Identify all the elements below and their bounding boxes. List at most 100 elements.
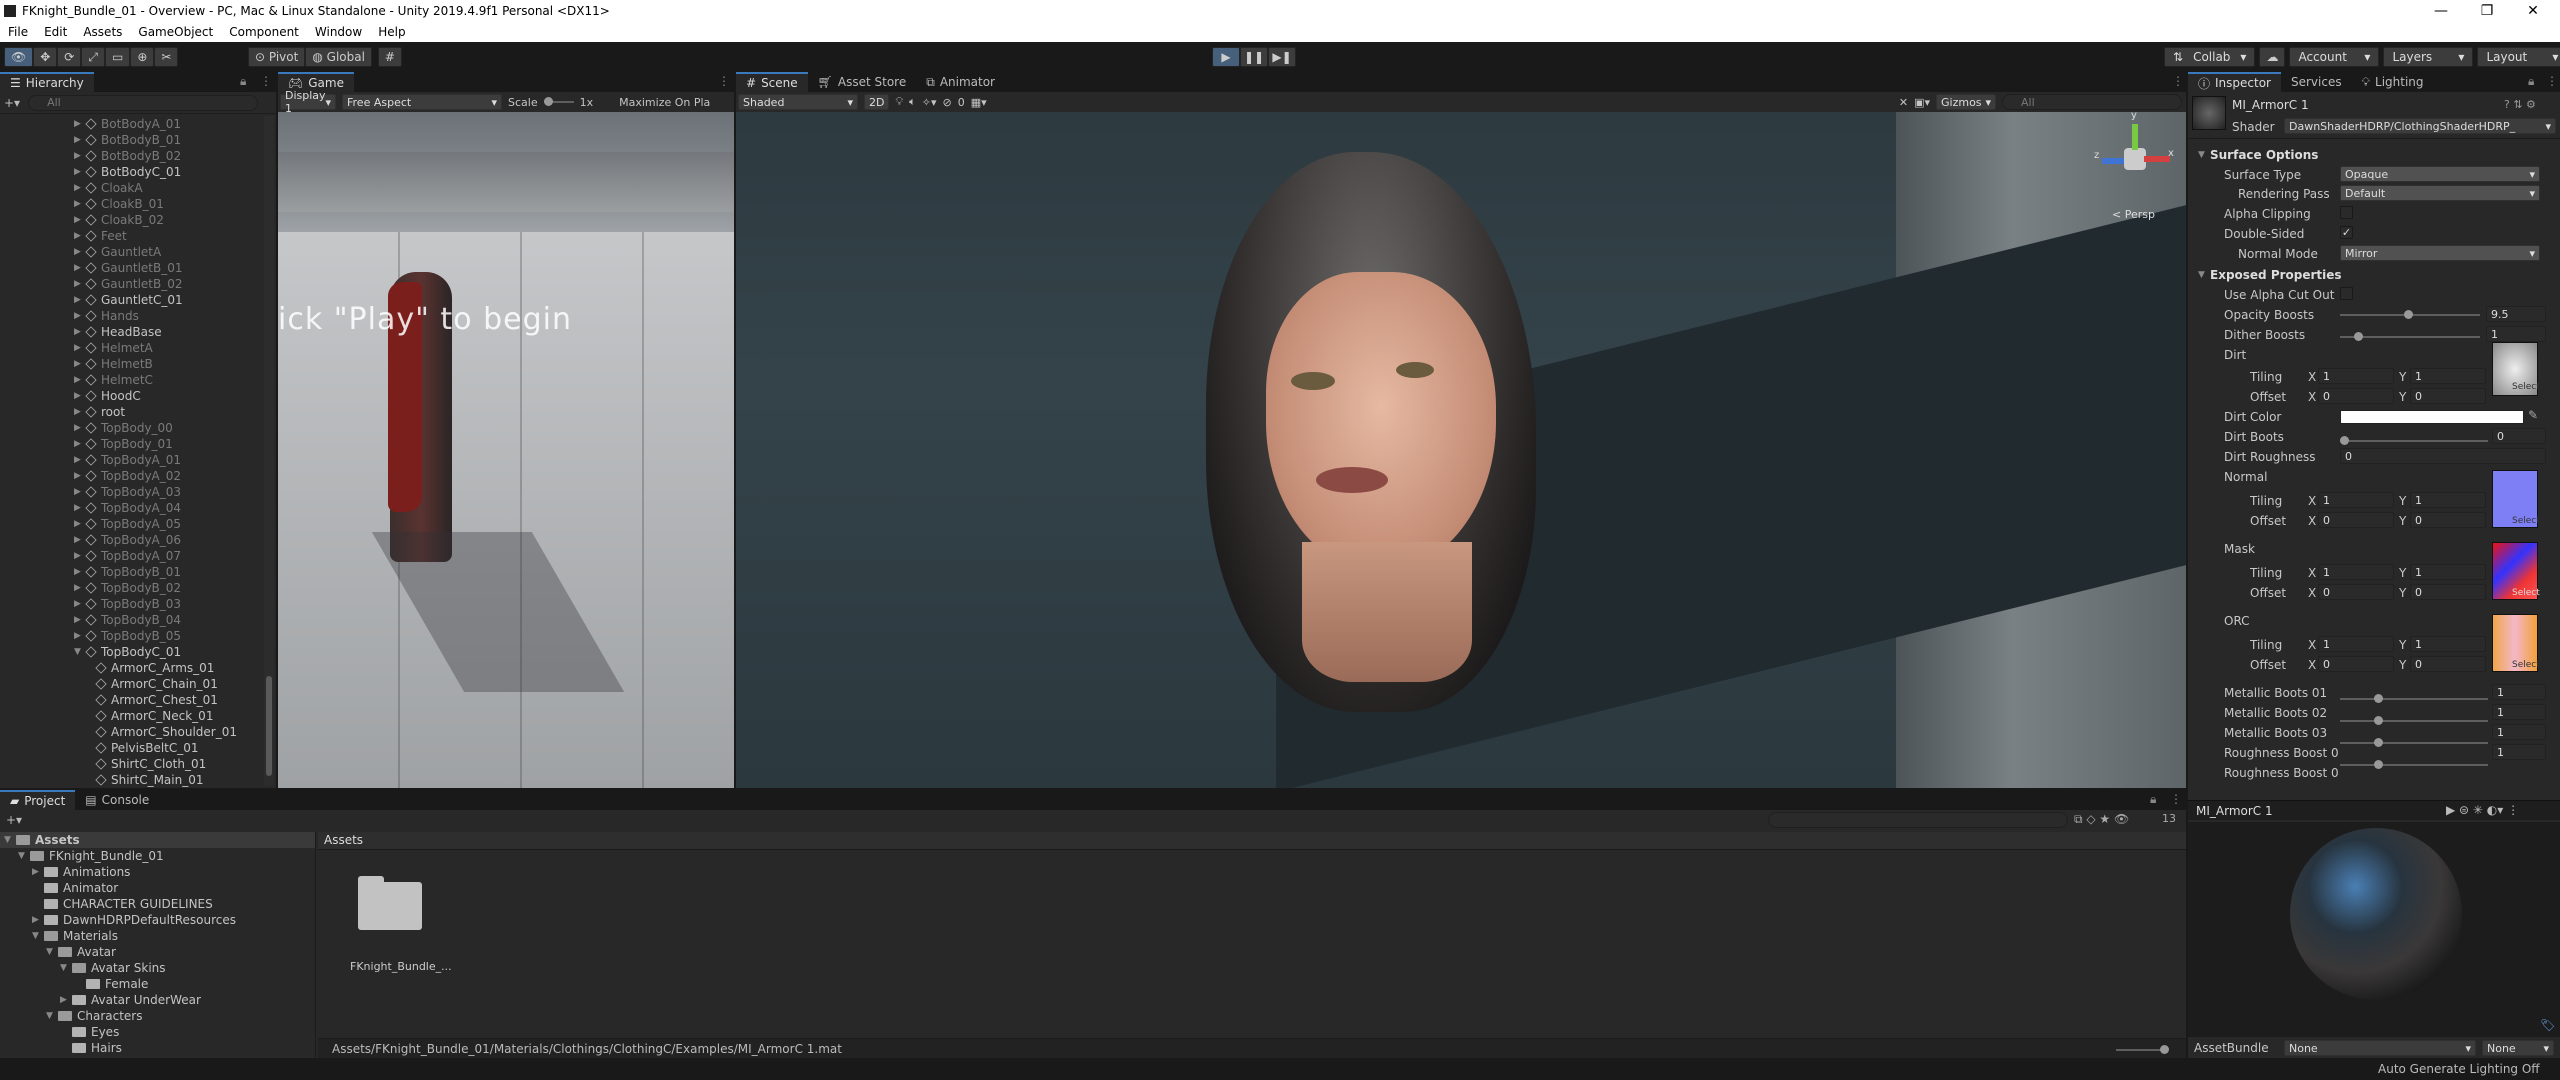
project-tree-item[interactable]: ▼ Characters (0, 1008, 315, 1024)
chevron-right-icon[interactable]: ▶ (74, 180, 86, 196)
chevron-down-icon[interactable]: ▼ (74, 644, 86, 660)
normal-tiling-x-field[interactable]: 1 (2318, 492, 2394, 508)
lock-icon[interactable]: 🔒︎ (240, 74, 246, 89)
layout-dropdown[interactable]: Layout ▾ (2477, 47, 2560, 67)
menu-assets[interactable]: Assets (75, 25, 130, 39)
menu-edit[interactable]: Edit (36, 25, 75, 39)
eyedropper-icon[interactable]: ✎ (2528, 408, 2538, 422)
hierarchy-scrollbar[interactable] (264, 116, 274, 786)
dither-boosts-slider[interactable] (2340, 332, 2480, 341)
breadcrumb-assets[interactable]: Assets (324, 833, 363, 847)
hierarchy-item[interactable]: ▶ HeadBase (0, 324, 276, 340)
project-tree-item[interactable]: ▼ Avatar (0, 944, 315, 960)
hierarchy-item[interactable]: ▶ Feet (0, 228, 276, 244)
surface-type-dropdown[interactable]: Opaque ▾ (2340, 166, 2540, 182)
close-button[interactable]: ✕ (2510, 0, 2556, 22)
hierarchy-item[interactable]: ▶ TopBodyB_05 (0, 628, 276, 644)
hierarchy-item[interactable]: ▶ BotBodyB_01 (0, 132, 276, 148)
hierarchy-item[interactable]: ▶ HelmetC (0, 372, 276, 388)
hierarchy-item[interactable]: ArmorC_Chain_01 (0, 676, 276, 692)
chevron-right-icon[interactable]: ▶ (74, 148, 86, 164)
metallic-boots-03-slider[interactable] (2340, 738, 2488, 747)
tab-console[interactable]: ▤ Console (75, 790, 159, 810)
chevron-right-icon[interactable]: ▶ (74, 212, 86, 228)
exposed-properties-header[interactable]: ▼ Exposed Properties (2198, 268, 2342, 282)
lock-icon[interactable]: 🔒︎ (2150, 792, 2156, 807)
perspective-label[interactable]: < Persp (2112, 208, 2155, 221)
chevron-right-icon[interactable]: ▶ (74, 596, 86, 612)
hierarchy-item[interactable]: ▶ CloakA (0, 180, 276, 196)
chevron-right-icon[interactable]: ▶ (74, 468, 86, 484)
chevron-right-icon[interactable]: ▶ (74, 548, 86, 564)
gizmos-dropdown[interactable]: Gizmos ▾ (1936, 94, 1996, 110)
grid-toggle-icon[interactable]: ▦▾ (971, 96, 987, 109)
chevron-down-icon[interactable]: ▼ (46, 1008, 58, 1024)
hierarchy-item[interactable]: ▶ CloakB_02 (0, 212, 276, 228)
menu-component[interactable]: Component (221, 25, 307, 39)
collab-dropdown[interactable]: ⇅ Collab ▾ (2164, 47, 2256, 67)
more-options-icon[interactable]: ⋮ (260, 74, 272, 88)
chevron-right-icon[interactable]: ▶ (74, 372, 86, 388)
chevron-right-icon[interactable]: ▶ (74, 228, 86, 244)
more-options-icon[interactable]: ⋮ (2170, 792, 2182, 806)
hierarchy-item[interactable]: ShirtC_Cloth_01 (0, 756, 276, 772)
project-tree-item[interactable]: ▶ Animations (0, 864, 315, 880)
hierarchy-item[interactable]: ▶ TopBodyA_06 (0, 532, 276, 548)
chevron-right-icon[interactable]: ▶ (74, 388, 86, 404)
hierarchy-item[interactable]: ▶ TopBodyA_02 (0, 468, 276, 484)
slider-knob[interactable] (2340, 436, 2349, 445)
preview-controls-icons[interactable]: ▶ ⊜ ✳ ◐▾ ⋮ (2446, 803, 2519, 817)
tab-services[interactable]: Services (2281, 72, 2352, 92)
hierarchy-item[interactable]: ArmorC_Shoulder_01 (0, 724, 276, 740)
alpha-clipping-checkbox[interactable] (2340, 206, 2353, 219)
chevron-right-icon[interactable]: ▶ (74, 132, 86, 148)
orc-tiling-y-field[interactable]: 1 (2410, 636, 2486, 652)
dither-boosts-field[interactable]: 1 (2486, 326, 2546, 342)
more-options-icon[interactable]: ⋮ (2546, 74, 2558, 88)
hierarchy-item[interactable]: ▶ TopBody_00 (0, 420, 276, 436)
normal-mode-dropdown[interactable]: Mirror ▾ (2340, 245, 2540, 261)
hierarchy-item[interactable]: ▼ TopBodyC_01 (0, 644, 276, 660)
hierarchy-item[interactable]: ▶ HelmetB (0, 356, 276, 372)
game-viewport[interactable]: ick "Play" to begin (278, 112, 734, 788)
aspect-dropdown[interactable]: Free Aspect ▾ (342, 94, 502, 110)
project-tree-item[interactable]: ▼ Avatar Skins (0, 960, 315, 976)
chevron-down-icon[interactable]: ▼ (46, 944, 58, 960)
chevron-down-icon[interactable]: ▼ (32, 928, 44, 944)
project-tree-item[interactable]: Eyes (0, 1024, 315, 1040)
select-button[interactable]: Select (2512, 516, 2540, 526)
chevron-right-icon[interactable]: ▶ (32, 864, 44, 880)
hierarchy-item[interactable]: ▶ TopBodyB_04 (0, 612, 276, 628)
chevron-right-icon[interactable]: ▶ (60, 992, 72, 1008)
hierarchy-item[interactable]: ▶ TopBodyB_01 (0, 564, 276, 580)
cloud-button[interactable]: ☁ (2259, 47, 2286, 67)
chevron-right-icon[interactable]: ▶ (74, 612, 86, 628)
hierarchy-item[interactable]: ShirtC_Main_01 (0, 772, 276, 788)
chevron-right-icon[interactable]: ▶ (74, 436, 86, 452)
hierarchy-item[interactable]: ▶ BotBodyA_01 (0, 116, 276, 132)
dirt-boots-field[interactable]: 0 (2492, 428, 2546, 444)
gizmo-center-cube[interactable] (2124, 148, 2146, 170)
asset-folder-item[interactable] (350, 872, 432, 942)
slider-knob[interactable] (2374, 760, 2383, 769)
assetbundle-dropdown[interactable]: None ▾ (2284, 1040, 2476, 1056)
hierarchy-item[interactable]: ▶ GauntletA (0, 244, 276, 260)
chevron-right-icon[interactable]: ▶ (74, 516, 86, 532)
filter-icons[interactable]: ⧉ ◇ ★ 👁︎ (2074, 812, 2129, 827)
metallic-boots-02-field[interactable]: 1 (2492, 704, 2546, 720)
rect-tool-button[interactable]: ▭ (104, 47, 131, 67)
orc-offset-x-field[interactable]: 0 (2318, 656, 2394, 672)
mask-tiling-y-field[interactable]: 1 (2410, 564, 2486, 580)
tab-animator[interactable]: ⧉ Animator (916, 72, 1005, 92)
project-tree-item[interactable]: ▶ Avatar UnderWear (0, 992, 315, 1008)
hierarchy-item[interactable]: ▶ GauntletC_01 (0, 292, 276, 308)
account-dropdown[interactable]: Account ▾ (2289, 47, 2380, 67)
chevron-right-icon[interactable]: ▶ (74, 420, 86, 436)
menu-window[interactable]: Window (307, 25, 370, 39)
roughness-boost-field[interactable]: 1 (2492, 744, 2546, 760)
slider-knob[interactable] (2374, 694, 2383, 703)
hierarchy-item[interactable]: ▶ GauntletB_01 (0, 260, 276, 276)
chevron-down-icon[interactable]: ▼ (18, 848, 30, 864)
minimize-button[interactable]: — (2418, 0, 2464, 22)
gizmo-x-axis[interactable] (2144, 156, 2170, 162)
